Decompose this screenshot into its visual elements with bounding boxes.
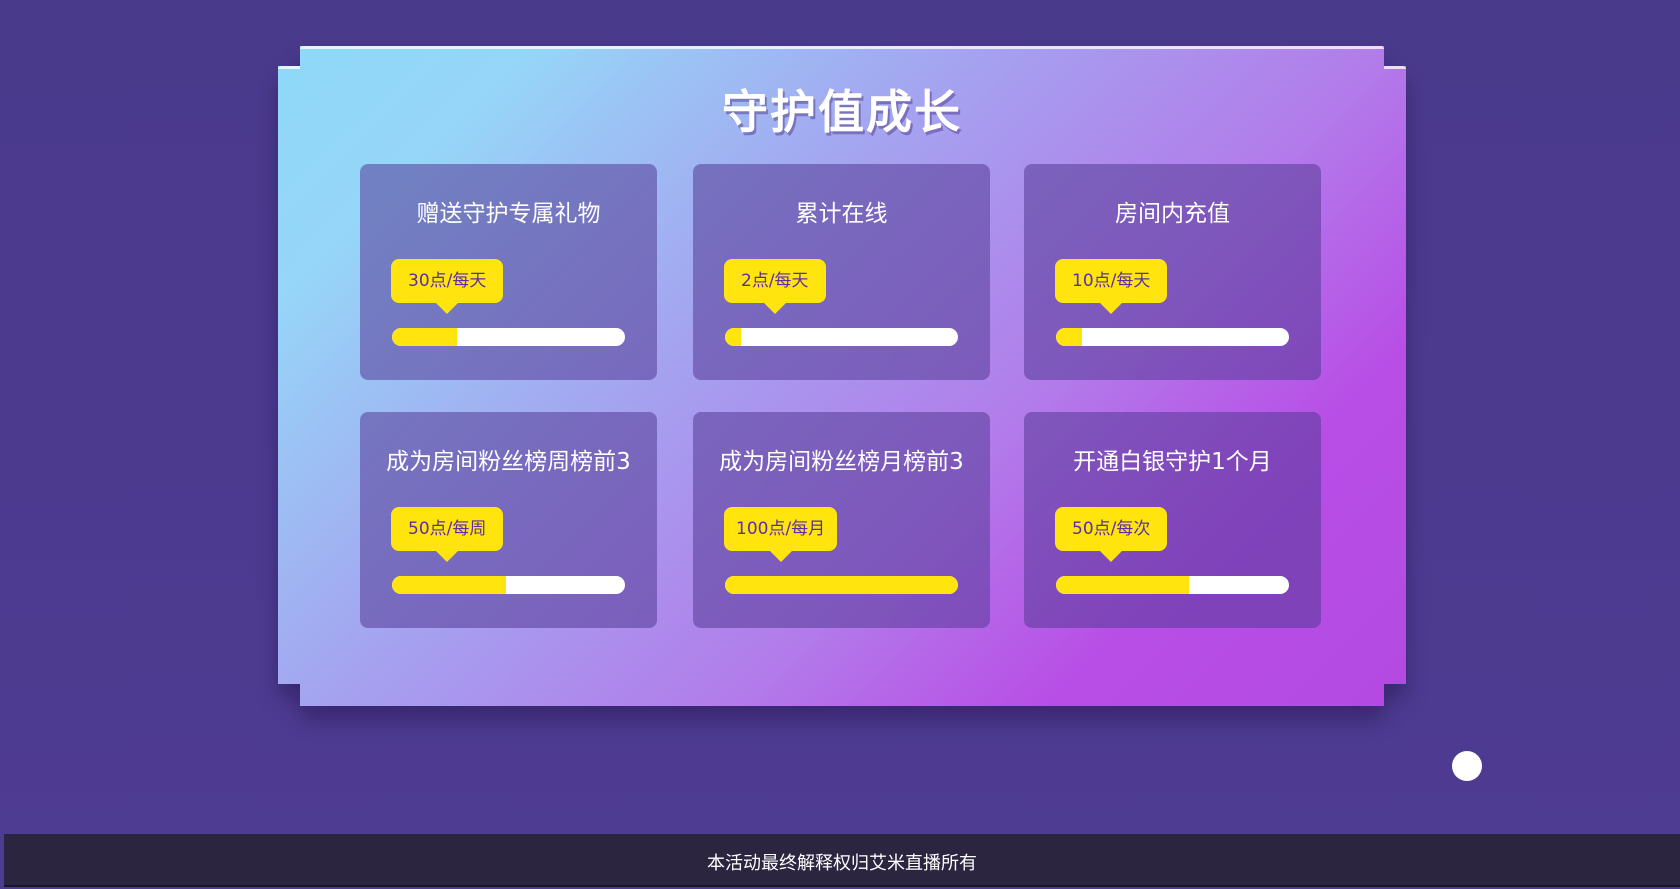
progress-bar	[1056, 328, 1289, 346]
points-text: 2点/每天	[741, 271, 809, 291]
badge-pointer	[435, 302, 460, 314]
task-title: 成为房间粉丝榜周榜前3	[386, 449, 631, 475]
badge-pointer	[768, 550, 793, 562]
page: 守护值成长 赠送守护专属礼物 30点/每天 累计在线 2点/每天 房间内充值 1…	[0, 0, 1680, 889]
progress-bar	[725, 328, 958, 346]
points-badge: 10点/每天	[1055, 259, 1168, 314]
footer-divider	[4, 885, 1680, 887]
points-badge: 2点/每天	[724, 259, 826, 314]
task-card: 房间内充值 10点/每天	[1024, 164, 1321, 380]
points-badge: 100点/每月	[724, 507, 838, 562]
progress-fill	[725, 576, 958, 594]
back-to-top-button[interactable]	[1452, 751, 1482, 781]
points-text: 50点/每次	[1072, 519, 1151, 539]
task-title: 开通白银守护1个月	[1073, 449, 1272, 475]
progress-bar	[392, 576, 625, 594]
task-card: 成为房间粉丝榜周榜前3 50点/每周	[360, 412, 657, 628]
badge-pointer	[1099, 550, 1124, 562]
task-card: 开通白银守护1个月 50点/每次	[1024, 412, 1321, 628]
points-text: 10点/每天	[1072, 271, 1151, 291]
task-card: 赠送守护专属礼物 30点/每天	[360, 164, 657, 380]
guard-growth-panel: 守护值成长 赠送守护专属礼物 30点/每天 累计在线 2点/每天 房间内充值 1…	[278, 46, 1406, 706]
panel-notch-right-highlight	[1384, 66, 1406, 69]
progress-fill	[392, 576, 507, 594]
panel-notch-left-highlight	[278, 66, 300, 69]
points-badge: 30点/每天	[391, 259, 504, 314]
panel-title: 守护值成长	[722, 85, 962, 139]
progress-fill	[392, 328, 458, 346]
footer-disclaimer: 本活动最终解释权归艾米直播所有	[707, 853, 977, 874]
task-title: 赠送守护专属礼物	[416, 201, 601, 227]
badge-pointer	[1099, 302, 1124, 314]
points-text: 50点/每周	[408, 519, 487, 539]
badge-pointer	[762, 302, 787, 314]
points-text: 30点/每天	[408, 271, 487, 291]
task-title: 成为房间粉丝榜月榜前3	[719, 449, 964, 475]
badge-pointer	[435, 550, 460, 562]
progress-fill	[1056, 328, 1082, 346]
progress-bar	[1056, 576, 1289, 594]
progress-bar	[725, 576, 958, 594]
points-text: 100点/每月	[736, 519, 826, 539]
progress-bar	[392, 328, 625, 346]
points-badge: 50点/每周	[391, 507, 504, 562]
panel-top-highlight	[300, 46, 1384, 49]
footer: 本活动最终解释权归艾米直播所有	[4, 834, 1680, 887]
progress-fill	[725, 328, 742, 346]
task-title: 累计在线	[795, 201, 888, 227]
task-card: 成为房间粉丝榜月榜前3 100点/每月	[693, 412, 990, 628]
task-title: 房间内充值	[1115, 201, 1230, 227]
task-card: 累计在线 2点/每天	[693, 164, 990, 380]
progress-fill	[1056, 576, 1189, 594]
points-badge: 50点/每次	[1055, 507, 1168, 562]
